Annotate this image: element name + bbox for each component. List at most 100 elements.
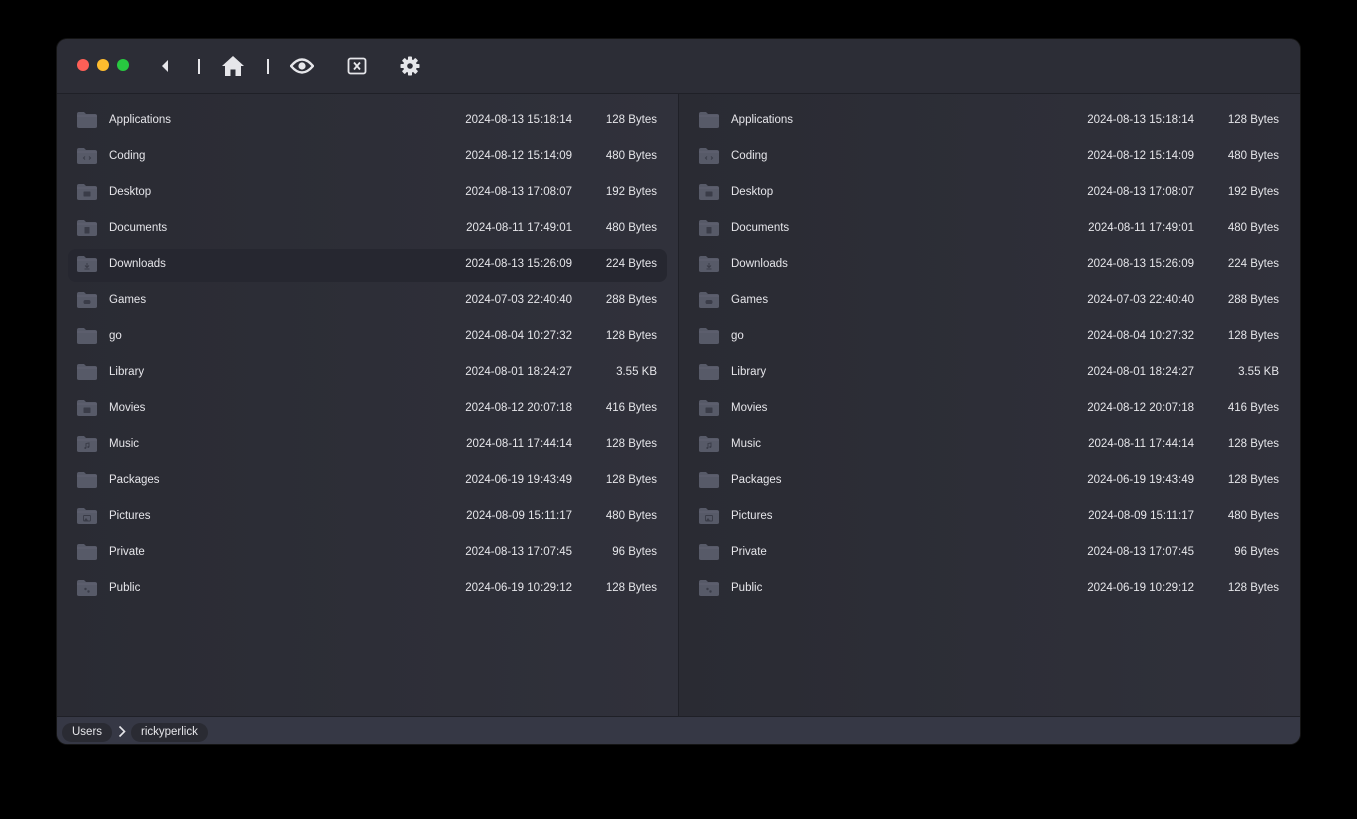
file-row[interactable]: Music 2024-08-11 17:44:14 128 Bytes	[690, 429, 1289, 462]
file-size: 128 Bytes	[605, 438, 657, 450]
file-size: 192 Bytes	[605, 186, 657, 198]
file-date: 2024-08-11 17:49:01	[466, 222, 572, 234]
file-name: go	[731, 330, 744, 342]
file-date: 2024-08-12 20:07:18	[465, 402, 572, 414]
file-row[interactable]: Documents 2024-08-11 17:49:01 480 Bytes	[68, 213, 667, 246]
file-row[interactable]: Games 2024-07-03 22:40:40 288 Bytes	[68, 285, 667, 318]
document-folder-icon	[699, 220, 719, 236]
file-name: Applications	[731, 114, 794, 126]
file-date: 2024-08-09 15:11:17	[1088, 510, 1194, 522]
file-size: 416 Bytes	[1227, 402, 1279, 414]
file-name: Desktop	[731, 186, 774, 198]
file-row[interactable]: Downloads 2024-08-13 15:26:09 224 Bytes	[68, 249, 667, 282]
file-name: go	[109, 330, 122, 342]
file-row[interactable]: Desktop 2024-08-13 17:08:07 192 Bytes	[690, 177, 1289, 210]
file-name: Packages	[109, 474, 160, 486]
path-bar: Users rickyperlick	[57, 716, 1300, 744]
file-size: 128 Bytes	[605, 582, 657, 594]
file-row[interactable]: go 2024-08-04 10:27:32 128 Bytes	[690, 321, 1289, 354]
file-name: Packages	[731, 474, 782, 486]
file-date: 2024-08-11 17:49:01	[1088, 222, 1194, 234]
breadcrumb-rickyperlick[interactable]: rickyperlick	[131, 723, 208, 742]
file-name: Downloads	[109, 258, 166, 270]
file-row[interactable]: Desktop 2024-08-13 17:08:07 192 Bytes	[68, 177, 667, 210]
file-name: Downloads	[731, 258, 788, 270]
file-size: 128 Bytes	[605, 330, 657, 342]
file-date: 2024-07-03 22:40:40	[1087, 294, 1194, 306]
file-date: 2024-06-19 10:29:12	[1087, 582, 1194, 594]
file-date: 2024-08-13 15:18:14	[465, 114, 572, 126]
file-name: Documents	[731, 222, 790, 234]
file-name: Music	[731, 438, 762, 450]
right-pane[interactable]: Applications 2024-08-13 15:18:14 128 Bytes…	[679, 94, 1300, 716]
file-date: 2024-08-11 17:44:14	[466, 438, 572, 450]
toolbar-divider	[198, 59, 200, 74]
file-size: 192 Bytes	[1227, 186, 1279, 198]
file-row[interactable]: Games 2024-07-03 22:40:40 288 Bytes	[690, 285, 1289, 318]
left-pane[interactable]: Applications 2024-08-13 15:18:14 128 Bytes…	[57, 94, 679, 716]
file-row[interactable]: Private 2024-08-13 17:07:45 96 Bytes	[690, 537, 1289, 570]
close-box-icon	[347, 57, 367, 75]
file-row[interactable]: Documents 2024-08-11 17:49:01 480 Bytes	[690, 213, 1289, 246]
file-name: Pictures	[731, 510, 773, 522]
file-row[interactable]: Downloads 2024-08-13 15:26:09 224 Bytes	[690, 249, 1289, 282]
folder-icon	[77, 328, 97, 344]
file-row[interactable]: Private 2024-08-13 17:07:45 96 Bytes	[68, 537, 667, 570]
file-size: 128 Bytes	[605, 114, 657, 126]
settings-button[interactable]	[398, 53, 422, 79]
file-date: 2024-08-13 15:26:09	[465, 258, 572, 270]
file-row[interactable]: Coding 2024-08-12 15:14:09 480 Bytes	[690, 141, 1289, 174]
folder-icon	[699, 472, 719, 488]
music-folder-icon	[699, 436, 719, 452]
document-folder-icon	[77, 220, 97, 236]
file-name: Public	[731, 582, 763, 594]
zoom-window-button[interactable]	[117, 59, 129, 71]
file-size: 3.55 KB	[616, 366, 657, 378]
file-name: Music	[109, 438, 140, 450]
close-pane-button[interactable]	[345, 53, 369, 79]
close-window-button[interactable]	[77, 59, 89, 71]
file-row[interactable]: Movies 2024-08-12 20:07:18 416 Bytes	[690, 393, 1289, 426]
file-row[interactable]: Applications 2024-08-13 15:18:14 128 Bytes	[690, 105, 1289, 138]
file-row[interactable]: Applications 2024-08-13 15:18:14 128 Bytes	[68, 105, 667, 138]
file-size: 480 Bytes	[605, 222, 657, 234]
minimize-window-button[interactable]	[97, 59, 109, 71]
file-size: 128 Bytes	[1227, 438, 1279, 450]
file-row[interactable]: Pictures 2024-08-09 15:11:17 480 Bytes	[690, 501, 1289, 534]
file-name: Library	[109, 366, 145, 378]
file-name: Library	[731, 366, 767, 378]
breadcrumb-users[interactable]: Users	[62, 723, 113, 742]
titlebar	[57, 39, 1300, 94]
file-row[interactable]: Library 2024-08-01 18:24:27 3.55 KB	[68, 357, 667, 390]
file-row[interactable]: Packages 2024-06-19 19:43:49 128 Bytes	[690, 465, 1289, 498]
chevron-right-icon	[118, 725, 126, 738]
file-size: 96 Bytes	[612, 546, 657, 558]
file-date: 2024-08-11 17:44:14	[1088, 438, 1194, 450]
file-date: 2024-08-12 20:07:18	[1087, 402, 1194, 414]
home-icon	[222, 56, 244, 76]
file-date: 2024-08-09 15:11:17	[466, 510, 572, 522]
file-row[interactable]: go 2024-08-04 10:27:32 128 Bytes	[68, 321, 667, 354]
file-row[interactable]: Pictures 2024-08-09 15:11:17 480 Bytes	[68, 501, 667, 534]
file-row[interactable]: Movies 2024-08-12 20:07:18 416 Bytes	[68, 393, 667, 426]
file-row[interactable]: Packages 2024-06-19 19:43:49 128 Bytes	[68, 465, 667, 498]
file-size: 3.55 KB	[1238, 366, 1279, 378]
file-name: Games	[109, 294, 147, 306]
back-button[interactable]	[156, 53, 174, 79]
file-name: Desktop	[109, 186, 152, 198]
file-row[interactable]: Library 2024-08-01 18:24:27 3.55 KB	[690, 357, 1289, 390]
file-row[interactable]: Public 2024-06-19 10:29:12 128 Bytes	[690, 573, 1289, 606]
movie-folder-icon	[77, 400, 97, 416]
file-size: 128 Bytes	[605, 474, 657, 486]
picture-folder-icon	[77, 508, 97, 524]
file-size: 480 Bytes	[605, 510, 657, 522]
home-button[interactable]	[220, 53, 246, 79]
file-name: Private	[109, 546, 145, 558]
file-row[interactable]: Public 2024-06-19 10:29:12 128 Bytes	[68, 573, 667, 606]
eye-icon	[290, 58, 314, 74]
preview-button[interactable]	[289, 53, 315, 79]
file-row[interactable]: Music 2024-08-11 17:44:14 128 Bytes	[68, 429, 667, 462]
file-name: Applications	[109, 114, 172, 126]
file-size: 288 Bytes	[605, 294, 657, 306]
file-row[interactable]: Coding 2024-08-12 15:14:09 480 Bytes	[68, 141, 667, 174]
